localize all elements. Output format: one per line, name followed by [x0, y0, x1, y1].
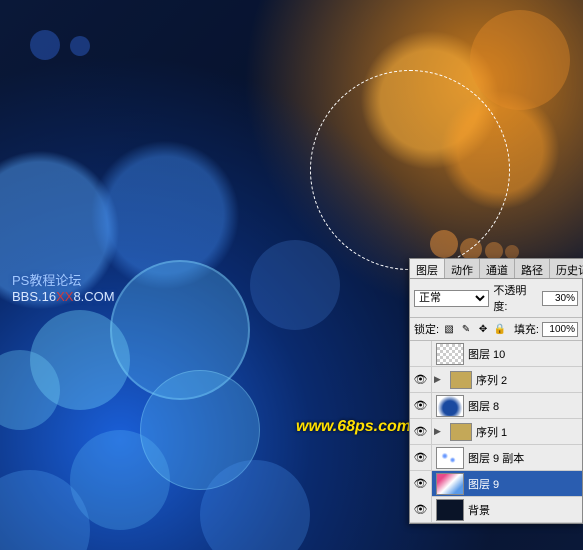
visibility-toggle[interactable]: 👁 [410, 497, 432, 523]
blend-mode-select[interactable]: 正常 [414, 290, 489, 307]
layer-row[interactable]: 👁 ▶ 序列 1 [410, 419, 582, 445]
tab-history[interactable]: 历史记 [550, 259, 583, 278]
forum-title: PS教程论坛 [12, 270, 115, 289]
visibility-toggle[interactable]: 👁 [410, 419, 432, 445]
tab-layers[interactable]: 图层 [410, 259, 445, 278]
eye-icon: 👁 [414, 425, 428, 438]
opacity-label: 不透明度: [493, 282, 540, 314]
layer-name[interactable]: 图层 10 [468, 346, 505, 362]
visibility-toggle[interactable]: 👁 [410, 471, 432, 497]
eye-icon: 👁 [414, 373, 428, 386]
blend-opacity-row: 正常 不透明度: [410, 279, 582, 318]
layer-name[interactable]: 背景 [468, 502, 490, 518]
layer-list: 图层 10 👁 ▶ 序列 2 👁 图层 8 👁 ▶ 序列 1 👁 图层 9 副本… [410, 341, 582, 523]
watermark-forum: PS教程论坛 BBS.16XX8.COM [12, 270, 115, 304]
layer-row[interactable]: 👁 ▶ 序列 2 [410, 367, 582, 393]
visibility-toggle[interactable]: 👁 [410, 367, 432, 393]
marquee-selection[interactable] [310, 70, 510, 270]
layers-panel: 图层 动作 通道 路径 历史记 正常 不透明度: 锁定: ▧ ✎ ✥ 🔒 填充:… [409, 258, 583, 524]
tab-paths[interactable]: 路径 [515, 259, 550, 278]
layer-thumbnail[interactable] [436, 447, 464, 469]
layer-thumbnail[interactable] [436, 473, 464, 495]
folder-icon [450, 371, 472, 389]
lock-transparency-icon[interactable]: ▧ [442, 322, 456, 336]
folder-toggle-icon[interactable]: ▶ [434, 426, 446, 437]
layer-thumbnail[interactable] [436, 343, 464, 365]
layer-name[interactable]: 图层 8 [468, 398, 499, 414]
folder-icon [450, 423, 472, 441]
fill-input[interactable] [542, 322, 578, 337]
visibility-toggle[interactable] [410, 341, 432, 367]
visibility-toggle[interactable]: 👁 [410, 393, 432, 419]
lock-fill-row: 锁定: ▧ ✎ ✥ 🔒 填充: [410, 318, 582, 341]
panel-tabs: 图层 动作 通道 路径 历史记 [410, 259, 582, 279]
layer-row[interactable]: 👁 图层 9 副本 [410, 445, 582, 471]
watermark-site: www.68ps.com [296, 418, 411, 436]
layer-row[interactable]: 👁 背景 [410, 497, 582, 523]
eye-icon: 👁 [414, 451, 428, 464]
lock-label: 锁定: [414, 321, 439, 337]
lock-all-icon[interactable]: 🔒 [493, 322, 507, 336]
layer-name[interactable]: 图层 9 [468, 476, 499, 492]
layer-row[interactable]: 图层 10 [410, 341, 582, 367]
visibility-toggle[interactable]: 👁 [410, 445, 432, 471]
opacity-input[interactable] [542, 291, 578, 306]
tab-channels[interactable]: 通道 [480, 259, 515, 278]
tab-actions[interactable]: 动作 [445, 259, 480, 278]
layer-thumbnail[interactable] [436, 499, 464, 521]
layer-row[interactable]: 👁 图层 9 [410, 471, 582, 497]
layer-thumbnail[interactable] [436, 395, 464, 417]
lock-brush-icon[interactable]: ✎ [459, 322, 473, 336]
layer-name[interactable]: 图层 9 副本 [468, 450, 524, 466]
layer-name[interactable]: 序列 1 [476, 424, 507, 440]
layer-name[interactable]: 序列 2 [476, 372, 507, 388]
layer-row[interactable]: 👁 图层 8 [410, 393, 582, 419]
lock-move-icon[interactable]: ✥ [476, 322, 490, 336]
folder-toggle-icon[interactable]: ▶ [434, 374, 446, 385]
eye-icon: 👁 [414, 477, 428, 490]
fill-label: 填充: [514, 321, 539, 337]
eye-icon: 👁 [414, 399, 428, 412]
eye-icon: 👁 [414, 503, 428, 516]
